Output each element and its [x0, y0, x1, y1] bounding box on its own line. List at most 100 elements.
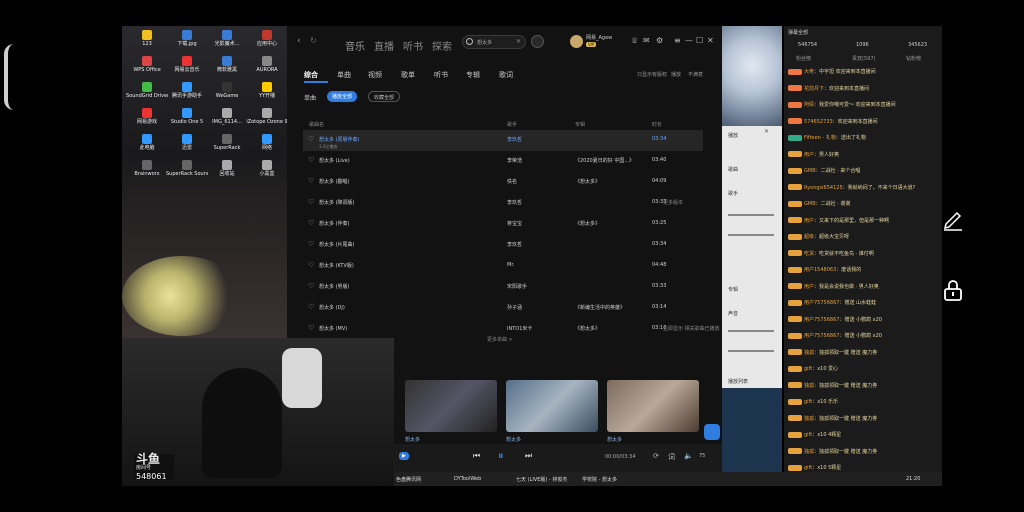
- slider[interactable]: [728, 330, 774, 332]
- minimize-icon[interactable]: —: [685, 36, 693, 45]
- song-row[interactable]: ♡ 想太多 (翻唱) 佚名 《想太多》 04:09: [303, 172, 703, 193]
- mini-panel-item[interactable]: 专辑: [728, 286, 738, 293]
- desktop-icon[interactable]: 网易云音乐: [166, 56, 208, 73]
- heart-icon[interactable]: ♡: [308, 177, 314, 185]
- slider[interactable]: [728, 234, 774, 236]
- song-row[interactable]: ♡ 想太多 (Live) 李荣浩 《2020夏日的好 中国...》 03:40: [303, 151, 703, 172]
- desktop-icon[interactable]: 此电脑: [126, 134, 168, 151]
- song-row[interactable]: ♡ 想太多 (降调版) 李玖哲 03:33 更多版本: [303, 193, 703, 214]
- chat-user[interactable]: 大佬: [804, 69, 814, 75]
- desktop-icon[interactable]: iZotope Ozone 9: [246, 108, 288, 125]
- chat-user[interactable]: 用户: [804, 284, 814, 290]
- desktop-icon[interactable]: 微软雅黑: [206, 56, 248, 73]
- mv-caption[interactable]: 想太多: [506, 436, 521, 443]
- filter-play[interactable]: 播放: [671, 71, 681, 78]
- refresh-icon[interactable]: ↻: [310, 36, 317, 45]
- chat-user[interactable]: 独孤: [804, 416, 814, 422]
- heart-icon[interactable]: ♡: [308, 261, 314, 269]
- song-row[interactable]: ♡ 想太多 (片尾曲) 李玖哲 03:34: [303, 235, 703, 256]
- desktop-icon[interactable]: Brainworx: [126, 160, 168, 177]
- chat-user[interactable]: gift: [804, 366, 812, 372]
- chat-user[interactable]: 用户1548063: [804, 267, 836, 273]
- filter-dislike[interactable]: 不满意: [688, 71, 703, 78]
- pause-icon[interactable]: ⏸: [498, 449, 504, 463]
- maximize-icon[interactable]: ☐: [696, 36, 703, 45]
- desktop-icon[interactable]: 小黑盒: [246, 160, 288, 177]
- chat-user[interactable]: Ryongsi654125: [804, 185, 843, 191]
- close-icon[interactable]: ✕: [707, 36, 714, 45]
- mv-thumbnail[interactable]: [506, 380, 598, 432]
- mini-panel-item[interactable]: 声音: [728, 310, 738, 317]
- collect-all-button[interactable]: 收藏全部: [368, 91, 401, 102]
- desktop-icon[interactable]: 下载.jpg: [166, 30, 208, 47]
- desktop-icon[interactable]: 迅雷: [166, 134, 208, 151]
- chat-tab[interactable]: 贵宾(597): [852, 55, 875, 62]
- chat-user[interactable]: 独孤: [804, 383, 814, 389]
- chat-user[interactable]: 用户75756867: [804, 300, 839, 306]
- chat-user[interactable]: 574652733: [804, 119, 833, 125]
- slider[interactable]: [728, 350, 774, 352]
- chat-tab[interactable]: 钻粉榜: [906, 55, 921, 62]
- desktop-icon[interactable]: 光影魔术...: [206, 30, 248, 47]
- chat-user[interactable]: 独孤: [804, 350, 814, 356]
- desktop-icon[interactable]: AURORA: [246, 56, 288, 73]
- heart-icon[interactable]: ♡: [308, 135, 314, 143]
- heart-icon[interactable]: ♡: [308, 219, 314, 227]
- assistant-icon[interactable]: [704, 424, 720, 440]
- heart-icon[interactable]: ♡: [308, 156, 314, 164]
- song-row[interactable]: ♡ 想太多 (男版) 宋阳歌手 03:33: [303, 277, 703, 298]
- back-icon[interactable]: ‹: [297, 36, 301, 46]
- next-icon[interactable]: ⏭: [525, 451, 532, 461]
- desktop-icon[interactable]: YY开播: [246, 82, 288, 99]
- taskbar-item[interactable]: DYToolWeb: [454, 476, 481, 482]
- chat-user[interactable]: gift: [804, 465, 812, 471]
- chat-user[interactable]: gift: [804, 432, 812, 438]
- desktop-icon[interactable]: WeGame: [206, 82, 248, 99]
- skin-icon[interactable]: ♕: [631, 36, 638, 45]
- lock-icon[interactable]: [941, 278, 965, 302]
- desktop-icon[interactable]: 应用中心: [246, 30, 288, 47]
- chat-user[interactable]: GMB: [804, 168, 816, 174]
- desktop-icon[interactable]: IMG_6114...: [206, 108, 248, 125]
- song-row[interactable]: ♡ 想太多 (原版伴奏) 李玖哲 03:34 3.2亿播放: [303, 130, 703, 151]
- chat-user[interactable]: 吃货: [804, 251, 814, 257]
- desktop-icon[interactable]: SoundGrid Driver C...: [126, 82, 168, 99]
- song-row[interactable]: ♡ 想太多 (伴奏) 蒋宝宝 《想太多》 03:25: [303, 214, 703, 235]
- mini-panel-item[interactable]: 歌曲: [728, 166, 738, 173]
- chat-user[interactable]: 独孤: [804, 449, 814, 455]
- tab-music[interactable]: 音乐: [345, 38, 365, 53]
- lyrics-icon[interactable]: 词: [668, 452, 675, 462]
- chat-user[interactable]: 用户: [804, 218, 814, 224]
- loop-icon[interactable]: ⟳: [653, 452, 659, 460]
- chat-user[interactable]: 阿倩: [804, 102, 814, 108]
- filter-tab-audiobooks[interactable]: 听书: [434, 70, 448, 80]
- desktop-icon[interactable]: 回收站: [206, 160, 248, 177]
- chat-user[interactable]: gift: [804, 399, 812, 405]
- tab-audiobook[interactable]: 听书: [403, 38, 423, 53]
- mv-thumbnail[interactable]: [405, 380, 497, 432]
- mv-thumbnail[interactable]: [607, 380, 699, 432]
- desktop-icon[interactable]: SuperRack SoundGrid: [166, 160, 208, 177]
- heart-icon[interactable]: ♡: [308, 282, 314, 290]
- filter-tab-songs[interactable]: 单曲: [337, 70, 351, 80]
- desktop-icon[interactable]: 腾讯手游助手: [166, 82, 208, 99]
- chat-user[interactable]: 超级: [804, 234, 814, 240]
- desktop-icon[interactable]: Studio One 5: [166, 108, 208, 125]
- filter-tab-albums[interactable]: 专辑: [466, 70, 480, 80]
- chat-user[interactable]: 用户75756867: [804, 317, 839, 323]
- filter-tab-playlists[interactable]: 歌单: [401, 70, 415, 80]
- desktop-icon[interactable]: 网络: [246, 134, 288, 151]
- heart-icon[interactable]: ♡: [308, 198, 314, 206]
- tab-explore[interactable]: 探索: [432, 38, 452, 53]
- taskbar-item[interactable]: 色盘腾讯网: [396, 476, 421, 483]
- clear-icon[interactable]: ✕: [516, 38, 521, 45]
- search-input[interactable]: 想太多 ✕: [462, 35, 526, 49]
- mv-caption[interactable]: 想太多: [405, 436, 420, 443]
- close-icon[interactable]: ✕: [764, 128, 769, 135]
- mini-panel-item[interactable]: 播放列表: [728, 378, 748, 385]
- settings-icon[interactable]: ⚙: [656, 36, 663, 45]
- chat-user[interactable]: 花前月下: [804, 86, 824, 92]
- tab-live[interactable]: 直播: [374, 38, 394, 53]
- slider[interactable]: [728, 214, 774, 216]
- edit-icon[interactable]: [941, 208, 965, 232]
